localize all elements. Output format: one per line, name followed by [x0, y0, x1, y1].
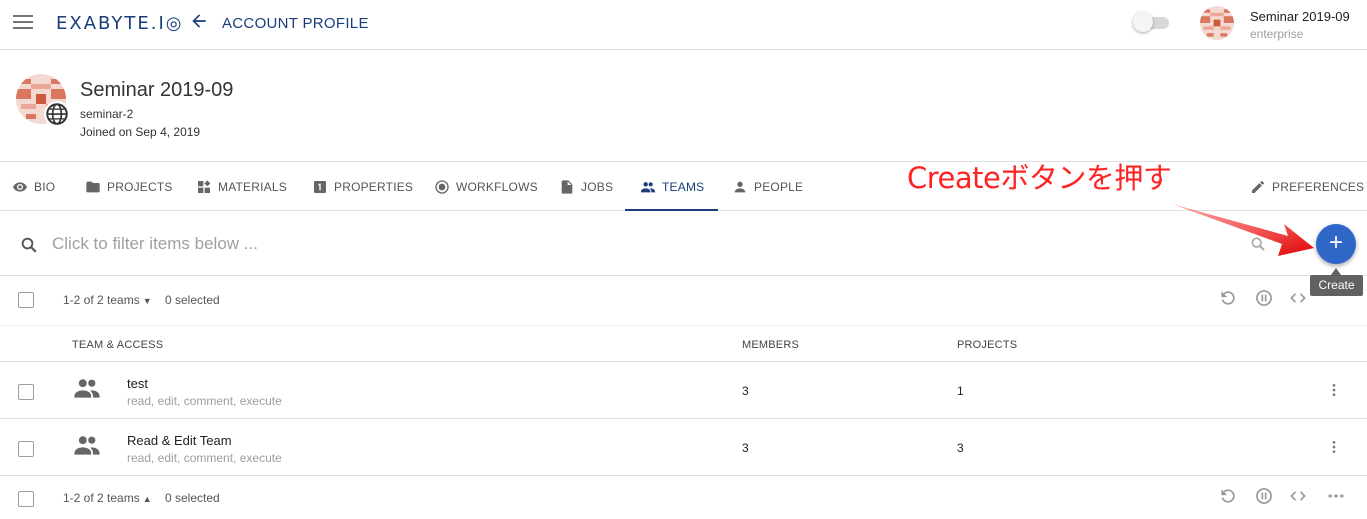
tab-label: PROPERTIES	[334, 179, 414, 194]
table-row[interactable]: test read, edit, comment, execute 3 1	[0, 362, 1367, 419]
select-all-checkbox[interactable]	[18, 292, 34, 308]
refresh-icon[interactable]	[1218, 288, 1238, 308]
group-icon	[72, 433, 102, 462]
table-toolbar-bottom: 1-2 of 2 teams ▲ 0 selected	[0, 476, 1367, 519]
user-avatar[interactable]	[1200, 6, 1234, 40]
team-members-count: 3	[742, 441, 749, 455]
more-horiz-icon[interactable]	[1326, 486, 1346, 506]
profile-handle: seminar-2	[80, 107, 134, 121]
code-icon[interactable]	[1288, 486, 1308, 506]
more-vert-icon[interactable]	[1326, 382, 1342, 403]
team-name[interactable]: Read & Edit Team	[127, 433, 232, 448]
more-vert-icon[interactable]	[1326, 439, 1342, 460]
column-header-projects[interactable]: PROJECTS	[957, 339, 1017, 351]
tab-label: PROJECTS	[107, 179, 173, 194]
search-icon	[20, 236, 38, 259]
properties-icon	[312, 179, 328, 195]
page-heading: ACCOUNT PROFILE	[222, 15, 369, 32]
pencil-icon	[1250, 179, 1266, 195]
caret-down-icon: ▼	[142, 296, 152, 306]
person-icon	[732, 179, 748, 195]
file-icon	[559, 179, 575, 195]
pause-icon[interactable]	[1254, 288, 1274, 308]
filter-input[interactable]	[52, 232, 752, 256]
tab-label: PREFERENCES	[1272, 179, 1365, 194]
team-projects-count: 3	[957, 441, 964, 455]
annotation-arrow-icon	[1172, 204, 1314, 256]
tab-people[interactable]: PEOPLE	[732, 162, 803, 211]
table-toolbar-top: 1-2 of 2 teams ▼ 0 selected	[0, 276, 1367, 324]
code-icon[interactable]	[1288, 288, 1308, 308]
profile-joined-date: Joined on Sep 4, 2019	[80, 125, 201, 139]
column-header-team-access[interactable]: TEAM & ACCESS	[72, 339, 163, 351]
tab-workflows[interactable]: WORKFLOWS	[434, 162, 538, 211]
tab-label: JOBS	[581, 179, 614, 194]
table-row[interactable]: Read & Edit Team read, edit, comment, ex…	[0, 419, 1367, 476]
team-access: read, edit, comment, execute	[127, 451, 282, 465]
globe-icon	[44, 101, 70, 127]
annotation-callout: Createボタンを押す	[907, 161, 1172, 195]
tab-jobs[interactable]: JOBS	[559, 162, 613, 211]
tab-label: BIO	[34, 179, 56, 194]
row-checkbox[interactable]	[18, 384, 34, 400]
tab-label: MATERIALS	[218, 179, 287, 194]
workflows-icon	[434, 179, 450, 195]
team-members-count: 3	[742, 384, 749, 398]
select-all-checkbox[interactable]	[18, 491, 34, 507]
theme-toggle[interactable]	[1133, 12, 1171, 32]
hamburger-menu-icon[interactable]	[13, 15, 33, 31]
tab-label: PEOPLE	[754, 179, 804, 194]
app-logo[interactable]: EXABYTE.I◎	[56, 13, 183, 34]
active-tab-indicator	[625, 209, 718, 211]
tab-materials[interactable]: MATERIALS	[196, 162, 287, 211]
tab-label: WORKFLOWS	[456, 179, 538, 194]
pagination-dropdown[interactable]: 1-2 of 2 teams ▼	[63, 293, 152, 307]
column-header-members[interactable]: MEMBERS	[742, 339, 799, 351]
team-access: read, edit, comment, execute	[127, 394, 282, 408]
selected-count: 0 selected	[165, 293, 220, 307]
filter-bar	[0, 212, 1367, 276]
tab-projects[interactable]: PROJECTS	[85, 162, 173, 211]
top-bar: EXABYTE.I◎ ACCOUNT PROFILE Seminar 2019-…	[0, 0, 1367, 50]
tab-teams[interactable]: TEAMS	[640, 162, 704, 211]
tab-bio[interactable]: BIO	[12, 162, 55, 211]
folder-icon	[85, 179, 101, 195]
eye-icon	[12, 179, 28, 195]
tab-label: TEAMS	[662, 179, 705, 194]
materials-icon	[196, 179, 212, 195]
caret-up-icon: ▲	[142, 494, 152, 504]
pause-icon[interactable]	[1254, 486, 1274, 506]
profile-header: Seminar 2019-09 seminar-2 Joined on Sep …	[0, 50, 1367, 162]
pagination-dropdown[interactable]: 1-2 of 2 teams ▲	[63, 491, 152, 505]
tab-properties[interactable]: PROPERTIES	[312, 162, 413, 211]
arrow-back-icon[interactable]	[189, 11, 209, 35]
table-header: TEAM & ACCESS MEMBERS PROJECTS	[0, 325, 1367, 362]
group-icon	[72, 376, 102, 405]
team-projects-count: 1	[957, 384, 964, 398]
profile-name: Seminar 2019-09	[80, 79, 234, 101]
create-button[interactable]: +	[1316, 224, 1356, 264]
group-icon	[640, 179, 656, 195]
row-checkbox[interactable]	[18, 441, 34, 457]
selected-count: 0 selected	[165, 491, 220, 505]
tooltip-caret-icon	[1331, 268, 1341, 275]
user-role: enterprise	[1250, 27, 1304, 41]
user-name[interactable]: Seminar 2019-09	[1250, 9, 1350, 24]
team-name[interactable]: test	[127, 376, 148, 391]
refresh-icon[interactable]	[1218, 486, 1238, 506]
